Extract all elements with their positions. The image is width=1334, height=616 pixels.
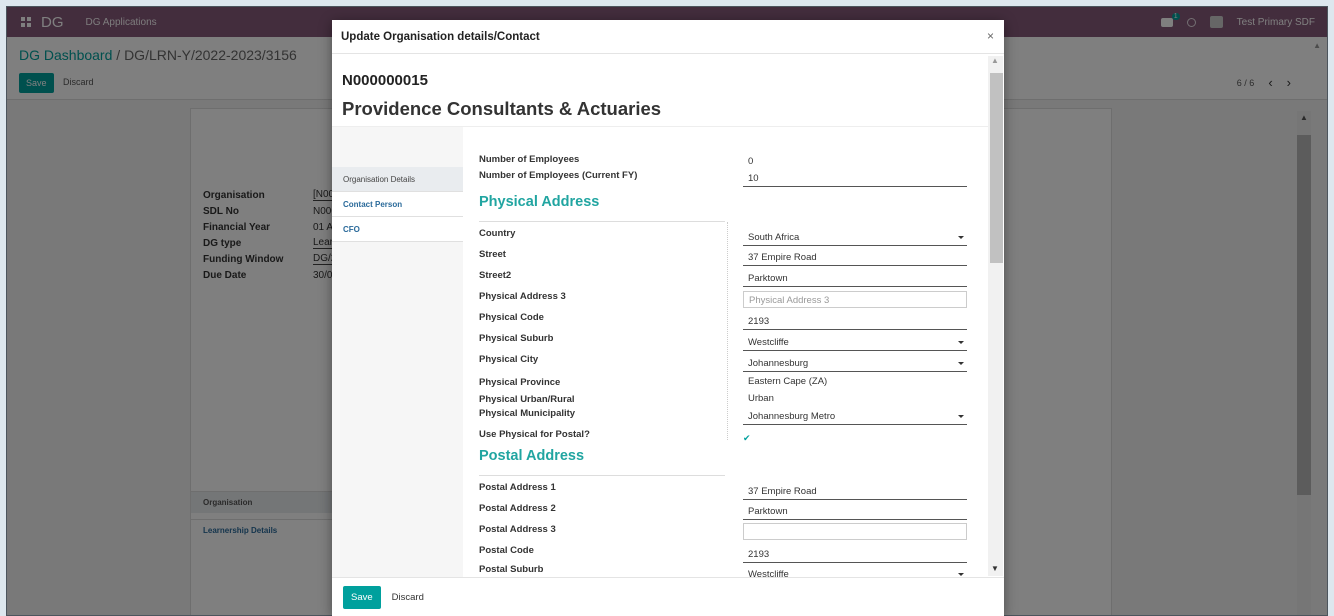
chevron-down-icon [958, 573, 964, 576]
field-label: Use Physical for Postal? [479, 429, 590, 440]
field-label: Physical Code [479, 312, 544, 323]
dialog-title: Update Organisation details/Contact [341, 30, 540, 43]
field-label: Physical Province [479, 377, 561, 388]
nav-contact-person[interactable]: Contact Person [332, 192, 463, 217]
field-label: Postal Address 3 [479, 524, 556, 535]
field-label: Physical Address 3 [479, 291, 566, 302]
postal-address-2-input[interactable]: Parktown [743, 503, 967, 520]
select-value: Westcliffe [748, 337, 789, 348]
physical-suburb-select[interactable]: Westcliffe [743, 334, 967, 351]
section-divider [479, 475, 725, 476]
postal-address-3-input[interactable] [743, 523, 967, 540]
update-organisation-dialog: Update Organisation details/Contact × N0… [332, 20, 1004, 616]
field-label: Physical City [479, 354, 539, 365]
select-value: Westcliffe [748, 569, 789, 577]
dialog-scrollbar[interactable]: ▲ ▼ [988, 56, 1003, 576]
dialog-left-nav: Organisation Details Contact Person CFO [332, 167, 463, 242]
physical-city-select[interactable]: Johannesburg [743, 355, 967, 372]
country-select[interactable]: South Africa [743, 229, 967, 246]
save-button[interactable]: Save [343, 585, 381, 609]
scroll-up-icon[interactable]: ▲ [991, 56, 999, 65]
field-value: 0 [748, 156, 754, 167]
select-value: Johannesburg [748, 358, 809, 369]
field-label: Number of Employees (Current FY) [479, 170, 638, 181]
field-label: Postal Code [479, 545, 534, 556]
field-label: Physical Municipality [479, 408, 576, 419]
physical-address-3-input[interactable]: Physical Address 3 [743, 291, 967, 308]
chevron-down-icon [958, 415, 964, 418]
field-label: Street [479, 249, 506, 260]
field-label: Postal Address 1 [479, 482, 556, 493]
scrollbar-thumb[interactable] [990, 73, 1003, 263]
street2-input[interactable]: Parktown [743, 270, 967, 287]
select-value: South Africa [748, 232, 800, 243]
dialog-body: N000000015 Providence Consultants & Actu… [332, 55, 1004, 577]
postal-address-1-input[interactable]: 37 Empire Road [743, 483, 967, 500]
record-code: N000000015 [342, 72, 428, 89]
field-label: Street2 [479, 270, 512, 281]
field-label: Country [479, 228, 516, 239]
record-name: Providence Consultants & Actuaries [342, 98, 662, 119]
select-value: Johannesburg Metro [748, 411, 836, 422]
dialog-form-area: Organisation Details Contact Person CFO … [332, 126, 988, 577]
field-label: Postal Address 2 [479, 503, 556, 514]
postal-suburb-select[interactable]: Westcliffe [743, 566, 967, 577]
physical-code-input[interactable]: 2193 [743, 313, 967, 330]
close-icon[interactable]: × [987, 29, 994, 43]
field-label: Number of Employees [479, 154, 580, 165]
section-postal-address: Postal Address [479, 448, 585, 464]
use-physical-for-postal-checkbox[interactable]: ✔ [743, 433, 751, 444]
field-label: Physical Suburb [479, 333, 554, 344]
field-value: Urban [748, 393, 774, 404]
chevron-down-icon [958, 362, 964, 365]
postal-code-input[interactable]: 2193 [743, 546, 967, 563]
street-input[interactable]: 37 Empire Road [743, 249, 967, 266]
field-value: Eastern Cape (ZA) [748, 376, 828, 387]
field-input[interactable]: 10 [743, 170, 967, 187]
nav-organisation-details[interactable]: Organisation Details [332, 167, 463, 192]
column-divider [727, 222, 728, 440]
field-label: Physical Urban/Rural [479, 394, 575, 405]
section-physical-address: Physical Address [479, 194, 600, 210]
scroll-down-icon[interactable]: ▼ [991, 564, 999, 573]
dialog-fields-pane: Number of Employees 0 Number of Employee… [463, 127, 988, 577]
physical-municipality-select[interactable]: Johannesburg Metro [743, 408, 967, 425]
section-divider [479, 221, 725, 222]
field-label: Postal Suburb [479, 564, 544, 575]
nav-cfo[interactable]: CFO [332, 217, 463, 242]
chevron-down-icon [958, 236, 964, 239]
dialog-footer: Save Discard [332, 577, 1004, 616]
chevron-down-icon [958, 341, 964, 344]
dialog-header: Update Organisation details/Contact × [332, 20, 1004, 54]
discard-button[interactable]: Discard [392, 592, 424, 603]
